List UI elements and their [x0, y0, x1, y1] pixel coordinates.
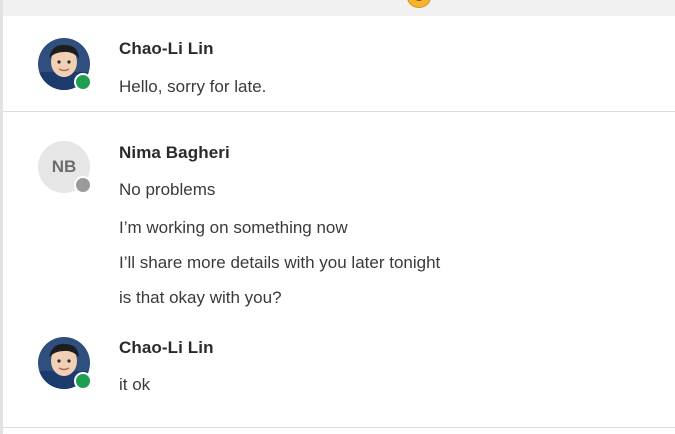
- message-author[interactable]: Chao-Li Lin: [119, 338, 214, 358]
- avatar[interactable]: [38, 337, 92, 390]
- message-divider: [3, 427, 675, 428]
- message-text: is that okay with you?: [119, 288, 282, 307]
- avatar[interactable]: NB: [38, 141, 92, 194]
- avatar[interactable]: [38, 38, 92, 91]
- message-text: No problems: [119, 180, 216, 199]
- message-text: Hello, sorry for late.: [119, 77, 267, 96]
- smiling-emoji-icon: [407, 0, 431, 8]
- presence-online-indicator: [74, 73, 92, 91]
- presence-offline-indicator: [74, 176, 92, 194]
- message-author[interactable]: Nima Bagheri: [119, 143, 230, 163]
- message-text: I’m working on something now: [119, 218, 348, 237]
- message-divider: [3, 111, 675, 112]
- presence-online-indicator: [74, 372, 92, 390]
- message-text: I’ll share more details with you later t…: [119, 253, 441, 272]
- message-text: it ok: [119, 375, 151, 394]
- message-author[interactable]: Chao-Li Lin: [119, 39, 214, 59]
- pane-left-border: [0, 0, 3, 434]
- previous-message-strip: [3, 0, 675, 16]
